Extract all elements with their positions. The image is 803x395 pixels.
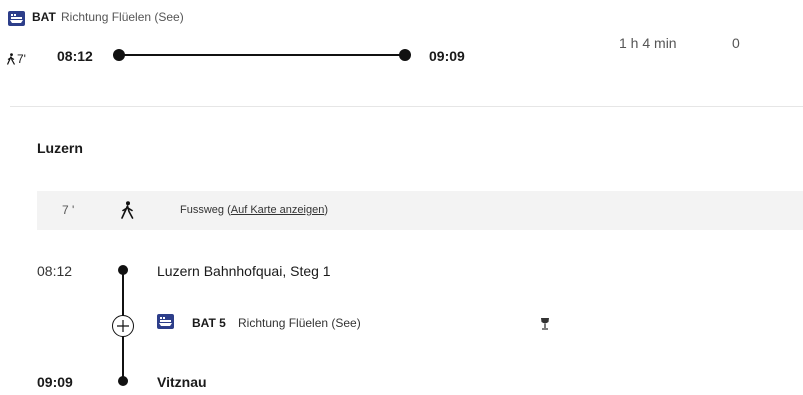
journey-line bbox=[119, 54, 404, 56]
arrival-dot bbox=[399, 49, 411, 61]
expand-stops-button[interactable] bbox=[112, 315, 134, 337]
direction-label: Richtung Flüelen (See) bbox=[61, 10, 184, 24]
wine-glass-icon bbox=[540, 317, 550, 335]
arrival-stop-dot bbox=[118, 376, 128, 386]
walk-icon bbox=[6, 53, 16, 68]
walk-icon bbox=[120, 201, 134, 224]
ship-icon bbox=[8, 11, 25, 26]
changes-count: 0 bbox=[732, 35, 740, 51]
walk-minutes: 7 ' bbox=[62, 203, 75, 217]
walk-duration: 7' bbox=[17, 52, 26, 66]
transport-mode-label: BAT bbox=[32, 10, 56, 24]
walk-label: Fussweg ( bbox=[180, 204, 231, 216]
line-direction: Richtung Flüelen (See) bbox=[238, 316, 361, 330]
line-label: BAT 5 bbox=[192, 316, 226, 330]
stop-departure-time: 08:12 bbox=[37, 263, 73, 279]
departure-stop-name: Luzern Bahnhofquai, Steg 1 bbox=[157, 263, 331, 279]
show-on-map-link[interactable]: Auf Karte anzeigen bbox=[231, 204, 325, 216]
stop-arrival-time: 09:09 bbox=[37, 374, 73, 390]
arrival-stop-name: Vitznau bbox=[157, 374, 207, 390]
departure-time: 08:12 bbox=[57, 48, 93, 64]
walk-segment: 7 ' Fussweg (Auf Karte anzeigen) bbox=[37, 191, 803, 230]
duration: 1 h 4 min bbox=[619, 35, 677, 51]
plus-icon bbox=[117, 320, 129, 332]
arrival-time: 09:09 bbox=[429, 48, 465, 64]
divider bbox=[10, 106, 803, 107]
walk-label-suffix: ) bbox=[324, 204, 328, 216]
walk-description: Fussweg (Auf Karte anzeigen) bbox=[180, 204, 328, 216]
origin-station: Luzern bbox=[37, 140, 83, 156]
ship-icon bbox=[157, 314, 174, 329]
